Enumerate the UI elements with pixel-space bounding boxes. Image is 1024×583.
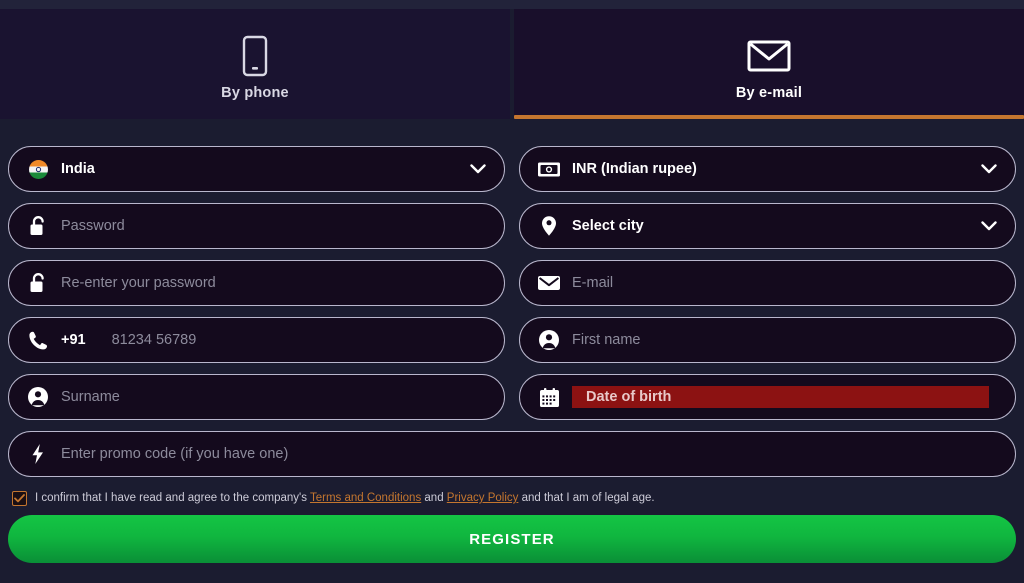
tab-by-email[interactable]: By e-mail: [514, 9, 1024, 119]
phone-handset-icon: [23, 330, 53, 351]
open-padlock-icon: [23, 272, 53, 294]
currency-value: INR (Indian rupee): [572, 161, 697, 177]
city-value: Select city: [572, 218, 644, 234]
terms-agreement-row: I confirm that I have read and agree to …: [0, 477, 1024, 507]
registration-page: By phone By e-mail India INR (Indian rup…: [0, 0, 1024, 583]
password-field[interactable]: Password: [8, 203, 505, 249]
surname-field[interactable]: Surname: [8, 374, 505, 420]
phone-placeholder: 81234 56789: [111, 332, 197, 348]
terms-text: I confirm that I have read and agree to …: [35, 492, 655, 504]
form-row-password-city: Password Select city: [8, 203, 1016, 249]
chevron-down-icon: [981, 221, 997, 231]
currency-select[interactable]: INR (Indian rupee): [519, 146, 1016, 192]
form-row-country-currency: India INR (Indian rupee): [8, 146, 1016, 192]
password-repeat-placeholder: Re-enter your password: [61, 275, 216, 291]
open-padlock-icon: [23, 215, 53, 237]
tab-by-phone-label: By phone: [221, 85, 289, 101]
registration-form: India INR (Indian rupee) Password Select…: [0, 119, 1024, 563]
india-flag-icon: [23, 159, 53, 180]
password-placeholder: Password: [61, 218, 125, 234]
surname-placeholder: Surname: [61, 389, 120, 405]
phone-outline-icon: [242, 33, 268, 79]
first-name-placeholder: First name: [572, 332, 641, 348]
page-top-strip: [0, 0, 1024, 9]
form-row-surname-dob: Surname Date of birth: [8, 374, 1016, 420]
date-of-birth-field[interactable]: Date of birth: [519, 374, 1016, 420]
promo-code-field[interactable]: Enter promo code (if you have one): [8, 431, 1016, 477]
phone-field[interactable]: +91 81234 56789: [8, 317, 505, 363]
register-button-wrap: REGISTER: [0, 507, 1024, 563]
date-of-birth-placeholder: Date of birth: [586, 389, 672, 405]
calendar-icon: [534, 387, 564, 408]
register-button[interactable]: REGISTER: [8, 515, 1016, 563]
tab-by-email-label: By e-mail: [735, 85, 803, 101]
lightning-bolt-icon: [23, 443, 53, 465]
location-pin-icon: [534, 215, 564, 237]
password-repeat-field[interactable]: Re-enter your password: [8, 260, 505, 306]
city-select[interactable]: Select city: [519, 203, 1016, 249]
phone-dial-code: +91: [61, 332, 86, 348]
first-name-field[interactable]: First name: [519, 317, 1016, 363]
chevron-down-icon: [981, 164, 997, 174]
tab-by-phone[interactable]: By phone: [0, 9, 510, 119]
chevron-down-icon: [470, 164, 486, 174]
email-field[interactable]: E-mail: [519, 260, 1016, 306]
promo-code-placeholder: Enter promo code (if you have one): [61, 446, 289, 462]
terms-checkbox[interactable]: [12, 490, 27, 506]
terms-text-middle: and: [424, 492, 444, 504]
user-circle-icon: [534, 329, 564, 351]
registration-method-tabs: By phone By e-mail: [0, 9, 1024, 119]
email-placeholder: E-mail: [572, 275, 614, 291]
form-row-repeat-email: Re-enter your password E-mail: [8, 260, 1016, 306]
country-select[interactable]: India: [8, 146, 505, 192]
form-row-promo: Enter promo code (if you have one): [8, 431, 1016, 477]
terms-text-after: and that I am of legal age.: [521, 492, 655, 504]
privacy-policy-link[interactable]: Privacy Policy: [447, 492, 519, 504]
user-circle-icon: [23, 386, 53, 408]
terms-text-before: I confirm that I have read and agree to …: [35, 492, 307, 504]
envelope-icon: [534, 274, 564, 292]
envelope-icon: [747, 33, 791, 79]
country-value: India: [61, 161, 95, 177]
terms-and-conditions-link[interactable]: Terms and Conditions: [310, 492, 421, 504]
form-row-phone-firstname: +91 81234 56789 First name: [8, 317, 1016, 363]
date-of-birth-error-highlight: Date of birth: [572, 386, 989, 408]
banknote-icon: [534, 161, 564, 178]
